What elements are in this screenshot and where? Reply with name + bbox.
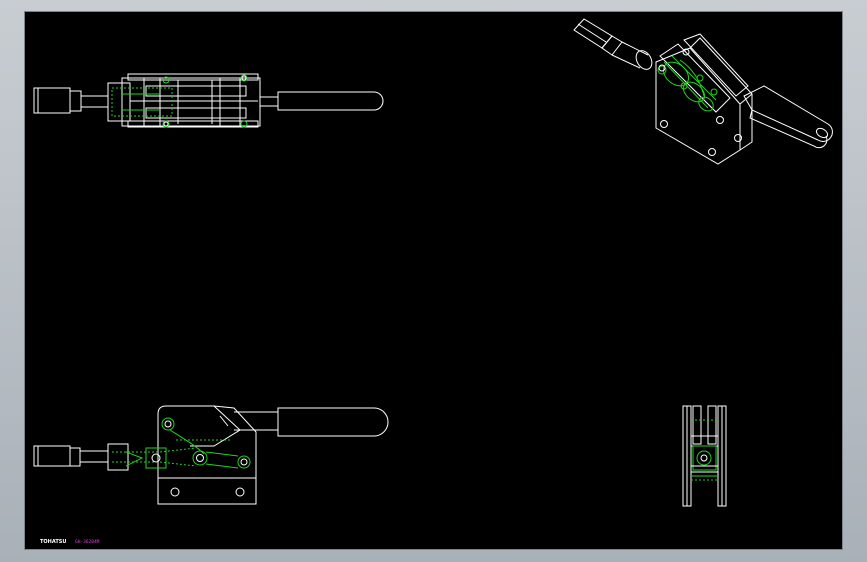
title-block: TOHATSU GH-36204M xyxy=(40,539,100,545)
side-view[interactable] xyxy=(682,405,727,507)
cad-window: TOHATSU GH-36204M xyxy=(0,0,867,562)
front-view[interactable] xyxy=(33,405,389,505)
cad-drawing: TOHATSU GH-36204M xyxy=(33,18,833,545)
isometric-view[interactable] xyxy=(573,18,833,165)
company-label: TOHATSU xyxy=(40,539,66,545)
top-view[interactable] xyxy=(33,73,384,128)
part-number-label: GH-36204M xyxy=(75,539,100,545)
